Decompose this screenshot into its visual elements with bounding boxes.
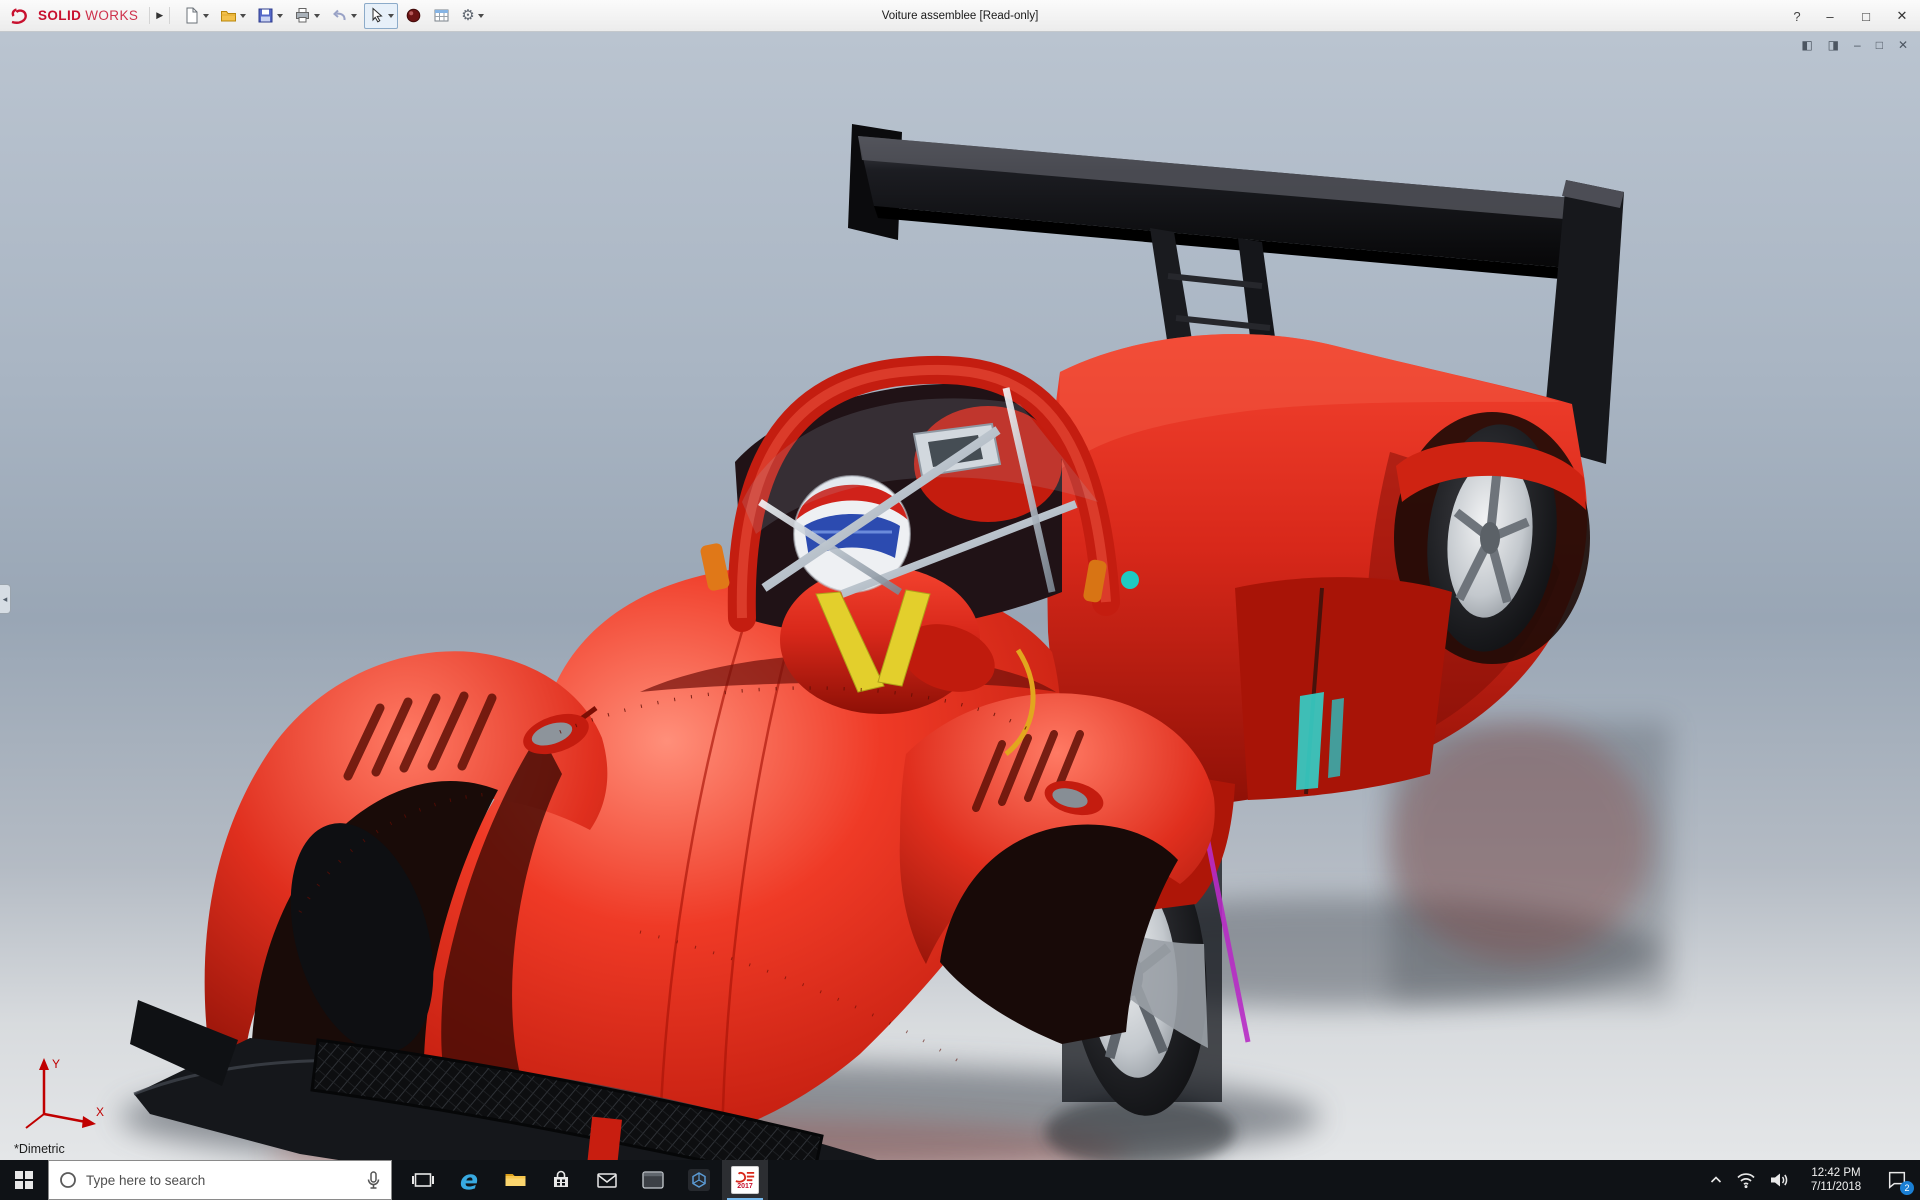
taskbar-clock[interactable]: 12:42 PM 7/11/2018: [1803, 1166, 1869, 1195]
hidden-icons-chevron[interactable]: [1709, 1173, 1723, 1187]
open-folder-icon: [221, 11, 237, 22]
open-button[interactable]: [216, 3, 250, 29]
tray-date: 7/11/2018: [1810, 1181, 1862, 1193]
tray-time: 12:42 PM: [1811, 1166, 1861, 1179]
chevron-up-icon: [1710, 1176, 1722, 1183]
design-table-icon: [434, 9, 449, 22]
new-document-icon: [186, 7, 198, 24]
document-window-controls: ◧ ◨ – □ ✕: [1801, 38, 1908, 52]
volume-icon[interactable]: [1769, 1171, 1790, 1189]
app-icon-store[interactable]: [538, 1160, 584, 1200]
undo-arrow-icon: [333, 9, 346, 21]
close-button[interactable]: ✕: [1884, 0, 1920, 32]
logo-text-works: WORKS: [85, 8, 139, 23]
print-icon: [296, 8, 310, 23]
appearance-sphere-icon: [406, 8, 421, 23]
taskbar-search-input[interactable]: Type here to search: [48, 1160, 392, 1200]
app-icon-edge[interactable]: e: [446, 1160, 492, 1200]
mail-envelope-icon: [597, 1173, 617, 1188]
dropdown-caret-icon[interactable]: [314, 13, 321, 18]
app-icon-window-app[interactable]: [630, 1160, 676, 1200]
network-icon[interactable]: [1736, 1171, 1756, 1189]
new-document-button[interactable]: [179, 3, 213, 29]
notification-badge: 2: [1900, 1181, 1914, 1195]
dropdown-caret-icon[interactable]: [351, 13, 358, 18]
wifi-icon: [1737, 1173, 1755, 1189]
undo-button[interactable]: [327, 3, 361, 29]
featuremanager-flyout-tab[interactable]: ◂: [0, 584, 11, 614]
logo-text-solid: SOLID: [38, 8, 82, 23]
app-icon-solidworks-2017[interactable]: 2017: [722, 1160, 768, 1200]
dropdown-caret-icon[interactable]: [388, 13, 395, 18]
solidworks-year-label: 2017: [737, 1183, 753, 1190]
doc-pane-left-button[interactable]: ◧: [1801, 38, 1812, 52]
microphone-icon[interactable]: [366, 1170, 381, 1190]
gear-icon: ⚙: [461, 7, 475, 24]
store-bag-icon: [554, 1170, 568, 1187]
window-title: Voiture assemblee [Read-only]: [881, 10, 1039, 22]
menu-expand-arrow[interactable]: ▶: [149, 7, 171, 24]
maximize-button[interactable]: □: [1848, 0, 1884, 32]
graphics-viewport[interactable]: ◧ ◨ – □ ✕ ◂ Y X *Dimetric: [0, 32, 1920, 1160]
dropdown-caret-icon[interactable]: [277, 13, 284, 18]
doc-minimize-button[interactable]: –: [1854, 38, 1861, 52]
title-bar: SOLID WORKS ▶ ⚙ Voiture assemblee [Read-…: [0, 0, 1920, 32]
windows-logo-icon: [15, 1171, 33, 1189]
windows-taskbar: Type here to search e 2017 12:42 PM 7/11…: [0, 1160, 1920, 1200]
minimize-button[interactable]: –: [1812, 0, 1848, 32]
dropdown-caret-icon[interactable]: [203, 13, 210, 18]
dropdown-caret-icon[interactable]: [477, 13, 484, 18]
window-app-icon: [642, 1171, 664, 1189]
select-tool-button[interactable]: [364, 2, 399, 29]
triad-y-label: Y: [52, 1057, 60, 1071]
app-icon-mail[interactable]: [584, 1160, 630, 1200]
triad-x-label: X: [96, 1105, 104, 1119]
doc-pane-right-button[interactable]: ◨: [1828, 38, 1839, 52]
design-table-button[interactable]: [429, 3, 454, 29]
task-view-button[interactable]: [400, 1160, 446, 1200]
search-placeholder: Type here to search: [86, 1172, 206, 1188]
dassault-ds-logo-icon: [11, 7, 27, 24]
action-center-button[interactable]: 2: [1882, 1160, 1914, 1200]
speaker-icon: [1771, 1173, 1788, 1187]
options-button[interactable]: ⚙: [457, 3, 487, 29]
doc-close-button[interactable]: ✕: [1898, 38, 1908, 52]
solidworks-logo: SOLID WORKS: [8, 6, 138, 26]
right-side-body: [1235, 577, 1452, 800]
help-button[interactable]: ?: [1782, 0, 1812, 32]
start-button[interactable]: [0, 1160, 48, 1200]
file-explorer-icon: [505, 1174, 525, 1186]
system-tray: 12:42 PM 7/11/2018 2: [1709, 1160, 1920, 1200]
solidworks-window: SOLID WORKS ▶ ⚙ Voiture assemblee [Read-…: [0, 0, 1920, 1200]
print-button[interactable]: [290, 3, 324, 29]
cube-app-icon: [688, 1169, 710, 1191]
select-cursor-icon: [372, 7, 383, 23]
view-orientation-label: *Dimetric: [14, 1142, 65, 1156]
edge-logo-icon: e: [459, 1164, 479, 1196]
appearance-button[interactable]: [401, 3, 426, 29]
orientation-triad: Y X: [25, 1057, 104, 1129]
app-icon-file-explorer[interactable]: [492, 1160, 538, 1200]
app-icon-3d-app[interactable]: [676, 1160, 722, 1200]
task-view-icon: [412, 1173, 434, 1187]
cortana-ring-icon: [60, 1172, 76, 1188]
car-model-canvas[interactable]: [0, 32, 1920, 1160]
dropdown-caret-icon[interactable]: [240, 13, 247, 18]
solidworks-app-icon: [735, 1171, 755, 1183]
save-floppy-icon: [258, 8, 273, 23]
taskbar-apps: e 2017: [400, 1160, 768, 1200]
save-button[interactable]: [253, 3, 287, 29]
doc-restore-button[interactable]: □: [1876, 38, 1883, 52]
